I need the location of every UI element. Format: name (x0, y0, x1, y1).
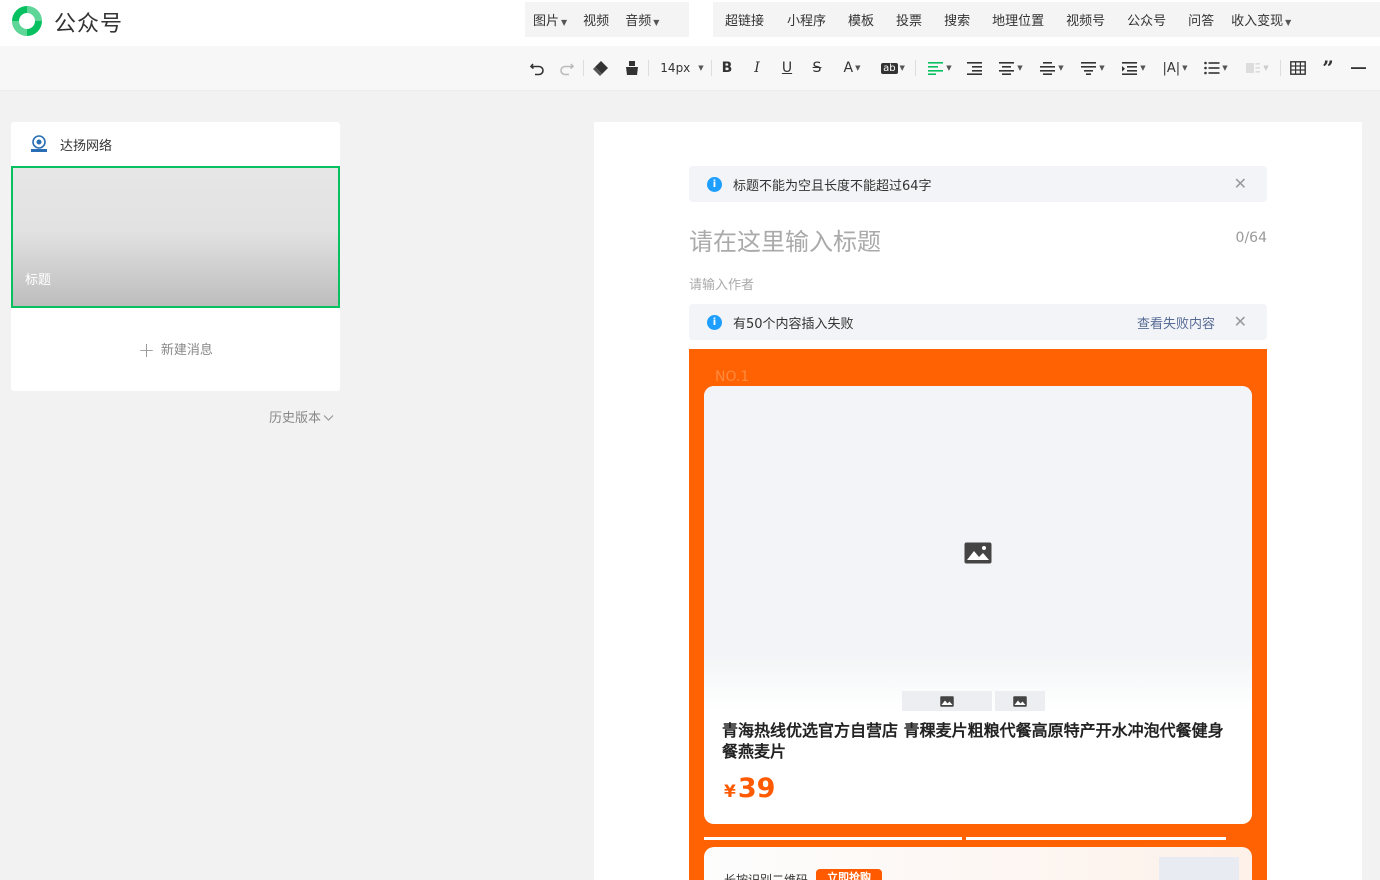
table-icon[interactable] (1289, 57, 1307, 79)
author-input[interactable]: 请输入作者 (689, 274, 754, 293)
insert-official-account-button[interactable]: 公众号 (1116, 10, 1177, 29)
view-failed-content-link[interactable]: 查看失败内容 (1137, 313, 1215, 332)
image-placeholder-icon (1013, 695, 1027, 707)
align-center-icon[interactable]: ▼ (996, 57, 1026, 79)
image-placeholder-icon (940, 695, 954, 707)
font-color-button[interactable]: A ▼ (838, 57, 866, 79)
list-indent-icon[interactable]: ▼ (1119, 57, 1149, 79)
indent-icon[interactable] (966, 57, 984, 79)
account-name: 达扬网络 (60, 139, 113, 154)
info-icon: i (707, 177, 722, 192)
product-template-block[interactable]: NO.1 青海热线优选官方自营店 青稞麦片粗粮代餐高原特产开水冲泡代餐健身餐燕麦… (689, 349, 1267, 880)
insert-vote-button[interactable]: 投票 (885, 10, 933, 29)
insert-channels-button[interactable]: 视频号 (1055, 10, 1116, 29)
title-input[interactable]: 请在这里输入标题 (689, 222, 881, 257)
insert-video-button[interactable]: 视频 (575, 10, 617, 29)
alert-message: 有50个内容插入失败 (733, 317, 854, 332)
insert-failure-alert: i 有50个内容插入失败 查看失败内容 ✕ (689, 304, 1267, 340)
toolbar-divider (1280, 60, 1281, 76)
thumbnail-placeholder (995, 691, 1045, 711)
format-painter-icon[interactable] (623, 57, 641, 79)
top-bar: 公众号 图片 ▼ 视频 音频 ▼ 超链接 小程序 模板 投票 搜索 地理位置 视频号… (0, 0, 1380, 46)
insert-qa-button[interactable]: 问答 (1177, 10, 1225, 29)
title-error-alert: i 标题不能为空且长度不能超过64字 ✕ (689, 166, 1267, 202)
qr-promo-text: 长按识别二维码 (724, 873, 809, 880)
eraser-icon[interactable] (592, 57, 610, 79)
align-left-icon[interactable]: ▼ (925, 57, 955, 79)
paragraph-spacing-icon[interactable]: ▼ (1078, 57, 1108, 79)
insert-content-group: 超链接 小程序 模板 投票 搜索 地理位置 视频号 公众号 问答 收入变现 ▼ (713, 2, 1380, 37)
underline-button[interactable]: U (778, 57, 796, 79)
redo-icon[interactable] (558, 57, 576, 79)
divider-line (966, 837, 1226, 840)
close-icon[interactable]: ✕ (1234, 174, 1247, 193)
article-list-card: 达扬网络 标题 + 新建消息 (11, 122, 340, 391)
insert-hyperlink-button[interactable]: 超链接 (713, 10, 776, 29)
undo-icon[interactable] (528, 57, 546, 79)
app-name: 公众号 (54, 12, 124, 37)
toolbar-divider (915, 60, 916, 76)
insert-search-button[interactable]: 搜索 (933, 10, 981, 29)
toolbar-divider (648, 60, 649, 76)
new-message-button[interactable]: + 新建消息 (11, 338, 340, 362)
italic-button[interactable]: I (748, 57, 766, 79)
wechat-official-account-logo-icon (12, 6, 42, 36)
product-price: ¥39 (724, 773, 776, 804)
cover-title: 标题 (25, 273, 52, 288)
insert-image-menu[interactable]: 图片 ▼ (525, 10, 575, 29)
font-size-select[interactable]: 14px ▼ (658, 57, 706, 79)
quote-icon[interactable]: ” (1319, 56, 1337, 80)
insert-media-group: 图片 ▼ 视频 音频 ▼ (525, 2, 689, 37)
info-icon: i (707, 315, 722, 330)
article-cover-item[interactable]: 标题 (11, 166, 340, 308)
plus-icon: + (138, 338, 155, 362)
divider-line (704, 837, 962, 840)
letter-spacing-button[interactable]: |A| ▼ (1160, 57, 1190, 79)
insert-audio-menu[interactable]: 音频 ▼ (617, 10, 667, 29)
alert-message: 标题不能为空且长度不能超过64字 (733, 179, 932, 194)
toolbar-divider (711, 60, 712, 76)
bold-button[interactable]: B (718, 57, 736, 79)
toolbar-divider (583, 60, 584, 76)
format-toolbar: 14px ▼ B I U S A ▼ ab ▼ ▼ ▼ ▼ ▼ ▼ |A| ▼ ▼ ▼ … (0, 46, 1380, 91)
title-char-count: 0/64 (1235, 230, 1267, 246)
bullet-list-icon[interactable]: ▼ (1201, 57, 1231, 79)
strikethrough-button[interactable]: S (808, 57, 826, 79)
insert-location-button[interactable]: 地理位置 (981, 10, 1055, 29)
buy-now-button[interactable]: 立即抢购 (816, 869, 882, 880)
product-card[interactable]: 青海热线优选官方自营店 青稞麦片粗粮代餐高原特产开水冲泡代餐健身餐燕麦片 ¥39 (704, 386, 1252, 824)
line-height-icon[interactable]: ▼ (1037, 57, 1067, 79)
product-name: 青海热线优选官方自营店 青稞麦片粗粮代餐高原特产开水冲泡代餐健身餐燕麦片 (722, 721, 1224, 761)
product-image-placeholder (704, 386, 1252, 711)
history-version-dropdown[interactable]: 历史版本 (269, 407, 334, 426)
image-placeholder-icon (964, 542, 992, 564)
insert-monetize-menu[interactable]: 收入变现 ▼ (1225, 10, 1297, 29)
rank-label: NO.1 (715, 369, 750, 385)
insert-template-button[interactable]: 模板 (837, 10, 885, 29)
chevron-down-icon (323, 415, 334, 421)
highlight-color-button[interactable]: ab ▼ (878, 57, 908, 79)
editor-panel: i 标题不能为空且长度不能超过64字 ✕ 请在这里输入标题 0/64 请输入作者… (594, 122, 1362, 880)
image-layout-icon[interactable]: ▼ (1242, 57, 1272, 79)
qr-code-image (1159, 857, 1239, 880)
close-icon[interactable]: ✕ (1234, 312, 1247, 331)
qr-promo-card[interactable]: 长按识别二维码 立即抢购 (704, 847, 1252, 880)
account-avatar (31, 135, 47, 152)
thumbnail-placeholder (902, 691, 992, 711)
insert-miniprogram-button[interactable]: 小程序 (776, 10, 837, 29)
horizontal-rule-icon[interactable] (1350, 57, 1368, 79)
